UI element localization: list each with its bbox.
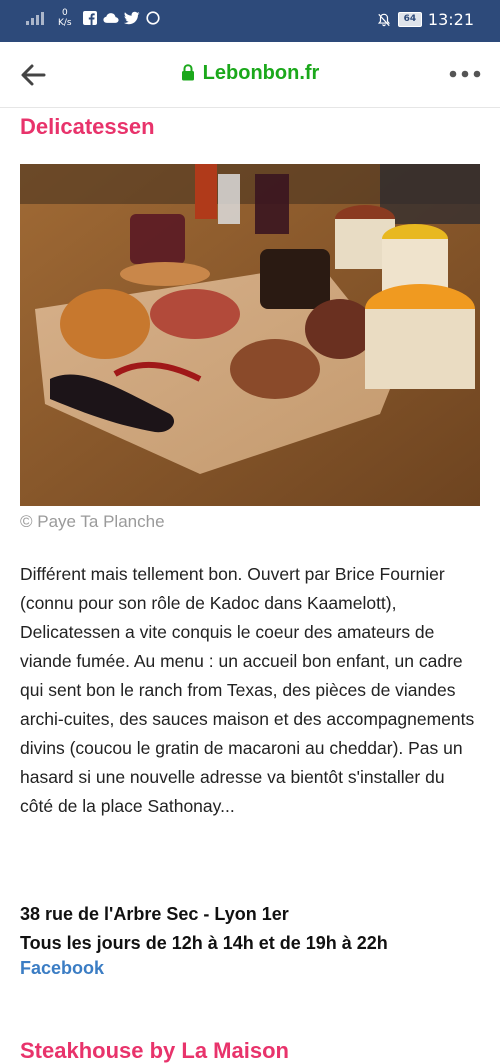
bbq-platter-photo [20,164,480,506]
facebook-notification-icon [82,11,97,25]
twitter-icon [123,11,140,25]
network-speed-value: 0 [61,8,68,18]
lock-icon [181,64,194,81]
restaurant-hours: Tous les jours de 12h à 14h et de 19h à … [20,933,388,953]
browser-toolbar: Lebonbon.fr [0,42,500,108]
url-bar[interactable]: Lebonbon.fr [0,62,500,85]
photo-credit: © Paye Ta Planche [20,512,165,531]
restaurant-address: 38 rue de l'Arbre Sec - Lyon 1er [20,904,289,924]
url-text: Lebonbon.fr [202,62,320,84]
network-speed: 0 K/s [58,8,72,28]
signal-icon [26,12,44,25]
mute-bell-icon [377,13,390,26]
clock: 13:21 [427,10,474,29]
battery-indicator: 64 [397,12,422,27]
network-speed-unit: K/s [58,18,72,28]
bbq-platter-image [20,164,480,506]
circle-notification-icon [146,11,160,25]
restaurant-info: 38 rue de l'Arbre Sec - Lyon 1er Tous le… [20,900,388,958]
section-title-steakhouse: Steakhouse by La Maison [20,1038,289,1063]
more-options-icon[interactable] [448,64,482,84]
restaurant-description: Différent mais tellement bon. Ouvert par… [20,564,475,816]
section-title-delicatessen: Delicatessen [20,114,155,139]
status-bar: 0 K/s 64 13:21 [0,0,500,42]
cloud-icon [103,13,119,23]
facebook-link[interactable]: Facebook [20,958,104,979]
